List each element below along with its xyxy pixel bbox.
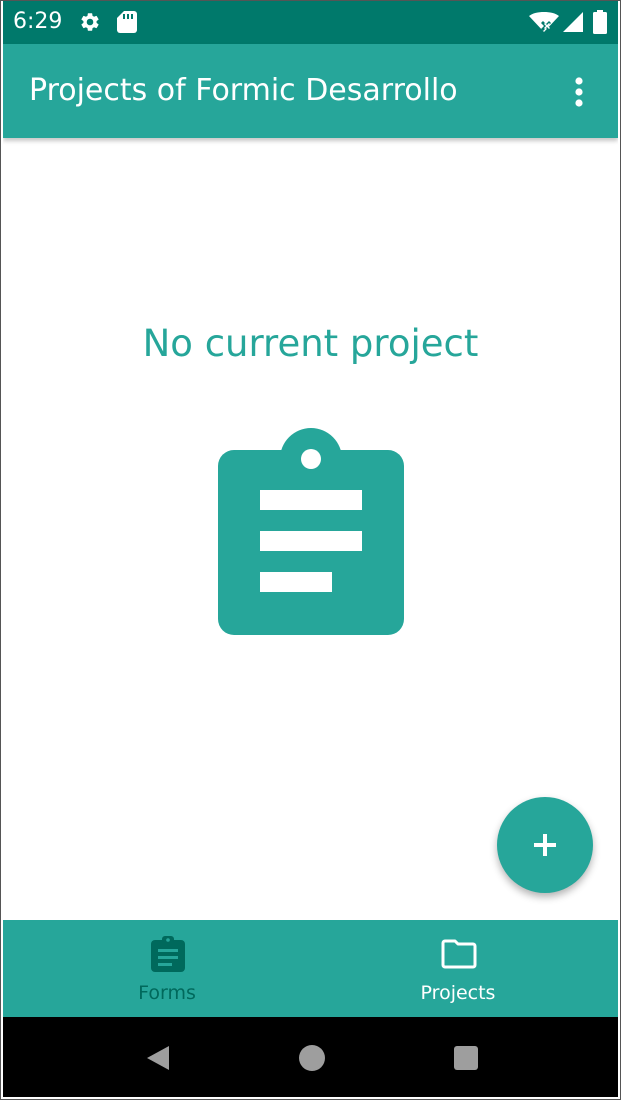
nav-label-forms: Forms [138, 982, 196, 1004]
gear-icon [81, 13, 99, 31]
app-bar: Projects of Formic Desarrollo [3, 44, 618, 138]
nav-label-projects: Projects [420, 982, 496, 1004]
assignment-icon [151, 936, 185, 972]
nav-item-projects[interactable]: Projects [310, 920, 618, 1017]
battery-icon [593, 10, 607, 34]
add-project-button[interactable] [497, 797, 593, 893]
home-icon[interactable] [299, 1045, 325, 1071]
page-title: Projects of Formic Desarrollo [29, 73, 458, 108]
back-icon[interactable] [143, 1044, 171, 1072]
clipboard-icon [218, 428, 404, 635]
bottom-navigation: Forms Projects [3, 920, 618, 1017]
sd-card-icon [117, 11, 137, 33]
cell-signal-icon [563, 12, 583, 32]
system-navigation-bar [3, 1017, 618, 1097]
more-vert-icon[interactable] [563, 74, 595, 110]
app-screen: 6:29 Projects of Formic Desarrollo No cu… [3, 0, 618, 1097]
status-bar: 6:29 [3, 0, 618, 44]
wifi-no-internet-icon [529, 12, 559, 32]
folder-icon [441, 939, 477, 969]
recents-icon[interactable] [454, 1046, 478, 1070]
empty-state-message: No current project [142, 322, 479, 365]
plus-icon [534, 834, 556, 856]
nav-item-forms[interactable]: Forms [3, 920, 310, 1017]
status-time: 6:29 [13, 9, 63, 34]
